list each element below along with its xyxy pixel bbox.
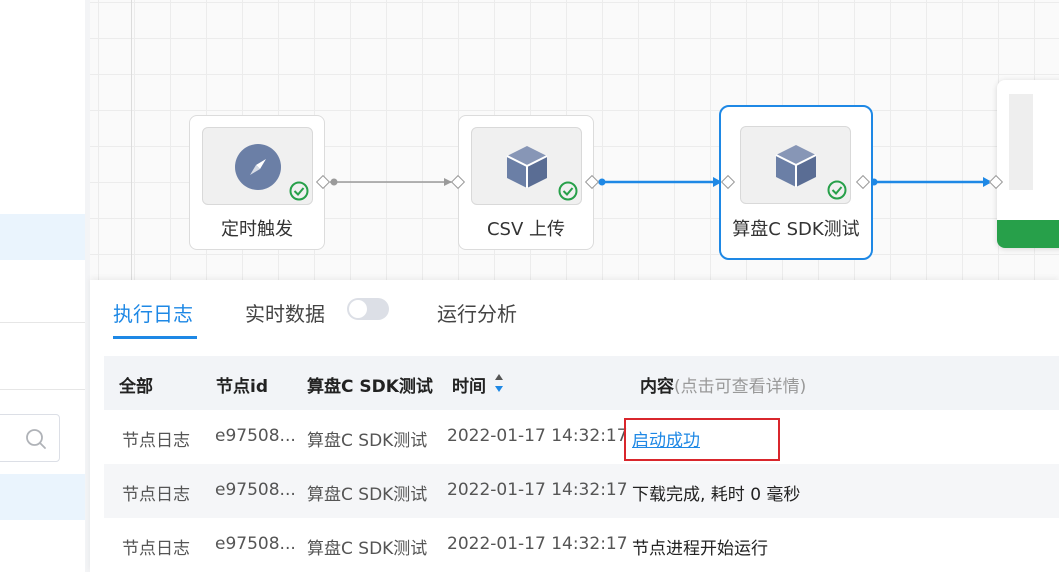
tab-execution-log[interactable]: 执行日志 [113,298,193,327]
cell-node-name: 算盘C SDK测试 [307,539,428,559]
table-row[interactable]: 节点日志 e97508... 算盘C SDK测试 2022-01-17 14:3… [104,410,1059,464]
flow-node-sdk-test[interactable]: 算盘C SDK测试 [719,105,873,260]
node-label: 算盘C SDK测试 [732,219,860,240]
node-label: CSV 上传 [486,219,566,240]
header-node-name: 算盘C SDK测试 [307,377,433,397]
cell-content-link[interactable]: 启动成功 [632,426,700,451]
header-node-id: 节点id [216,377,268,397]
flow-node-timer-trigger[interactable]: 定时触发 [189,115,325,250]
sidebar-item-highlighted[interactable] [0,474,85,520]
cell-type: 节点日志 [122,539,190,559]
log-table: 全部 节点id 算盘C SDK测试 时间 内容(点击可查看详情) 节点日志 e9… [104,356,1059,572]
node-icon-box [471,127,582,205]
cell-content[interactable]: 节点进程开始运行 [632,534,768,559]
log-panel: 执行日志 实时数据 运行分析 全部 节点id 算盘C SDK测试 时间 内容(点… [90,280,1059,572]
sidebar-search-input[interactable] [0,414,60,462]
node-icon-box [202,127,313,205]
flow-node-partial[interactable] [997,80,1059,248]
table-header: 全部 节点id 算盘C SDK测试 时间 内容(点击可查看详情) [104,356,1059,410]
header-content-label: 内容 [640,377,674,397]
table-row[interactable]: 节点日志 e97508... 算盘C SDK测试 2022-01-17 14:3… [104,464,1059,518]
sidebar-divider [0,322,85,323]
cell-node-name: 算盘C SDK测试 [307,431,428,451]
realtime-data-toggle[interactable] [347,298,389,320]
sort-icon[interactable] [494,372,504,394]
node-label: 定时触发 [221,219,293,240]
header-content: 内容(点击可查看详情) [640,372,806,397]
flow-node-csv-upload[interactable]: CSV 上传 [458,115,594,250]
success-check-icon [289,181,309,201]
success-check-icon [827,180,847,200]
sidebar-divider [0,389,85,390]
cell-node-id: e97508... [215,426,296,446]
tab-realtime-data[interactable]: 实时数据 [245,298,325,327]
search-icon[interactable] [25,428,47,450]
cell-type: 节点日志 [122,485,190,505]
cell-time: 2022-01-17 14:32:17 [447,480,628,500]
header-time[interactable]: 时间 [452,372,486,397]
cell-type: 节点日志 [122,431,190,451]
success-check-icon [558,181,578,201]
toggle-knob [349,300,367,318]
node-icon-placeholder [1009,94,1033,190]
cube-icon [506,146,548,188]
table-row[interactable]: 节点日志 e97508... 算盘C SDK测试 2022-01-17 14:3… [104,518,1059,572]
node-status-bar [997,220,1059,248]
cube-icon [775,145,817,187]
header-type[interactable]: 全部 [119,372,153,397]
cell-node-id: e97508... [215,480,296,500]
cell-node-name: 算盘C SDK测试 [307,485,428,505]
cell-time: 2022-01-17 14:32:17 [447,534,628,554]
tab-run-analysis[interactable]: 运行分析 [437,298,517,327]
cell-content[interactable]: 下载完成, 耗时 0 毫秒 [632,480,800,505]
compass-icon [235,144,281,190]
node-icon-box [740,126,851,204]
log-tabs: 执行日志 实时数据 运行分析 [90,280,1059,342]
cell-node-id: e97508... [215,534,296,554]
header-content-hint: (点击可查看详情) [674,377,807,397]
active-tab-indicator [113,336,197,339]
cell-time: 2022-01-17 14:32:17 [447,426,628,446]
